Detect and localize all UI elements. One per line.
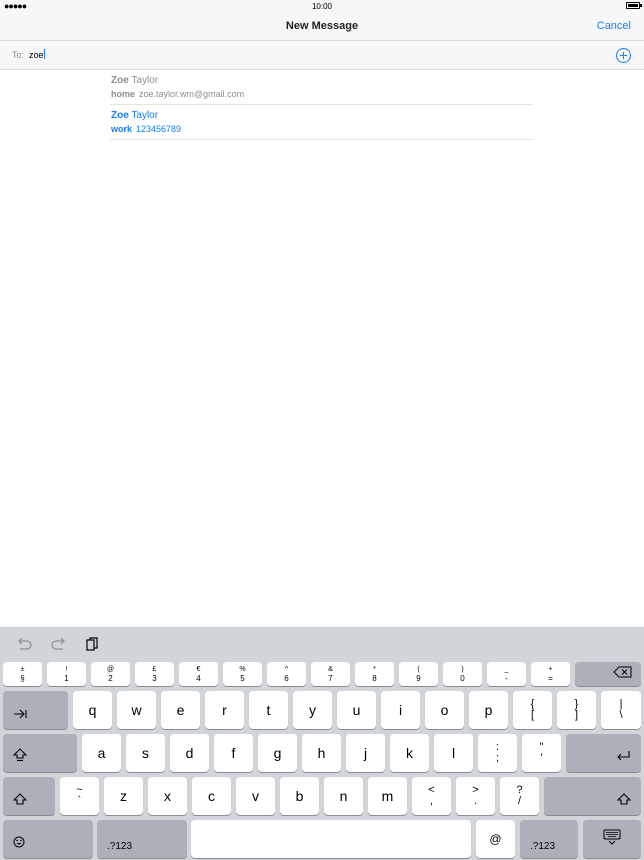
key-d[interactable]: d [170, 734, 209, 772]
caps-lock-key[interactable] [3, 734, 77, 772]
key-s[interactable]: s [126, 734, 165, 772]
key-minus[interactable]: _ - [487, 662, 526, 686]
key-r[interactable]: r [205, 691, 244, 729]
key-m[interactable]: m [368, 777, 407, 815]
key-comma[interactable]: <, [412, 777, 451, 815]
key-1[interactable]: ! 1 [47, 662, 86, 686]
key-w[interactable]: w [117, 691, 156, 729]
key-pipe[interactable]: | \ [601, 691, 641, 729]
key-n[interactable]: n [324, 777, 363, 815]
key-h[interactable]: h [302, 734, 341, 772]
key-0[interactable]: ) 0 [443, 662, 482, 686]
key-section[interactable]: ± § [3, 662, 42, 686]
key-2[interactable]: @2 [91, 662, 130, 686]
key-4[interactable]: €4 [179, 662, 218, 686]
key-b[interactable]: b [280, 777, 319, 815]
return-icon [615, 749, 631, 767]
delete-icon [613, 665, 633, 683]
shift-key-right[interactable] [544, 777, 641, 815]
key-a[interactable]: a [82, 734, 121, 772]
recipient-input[interactable]: zoe [29, 49, 45, 60]
emoji-key[interactable] [3, 820, 93, 858]
key-y[interactable]: y [293, 691, 332, 729]
key-q[interactable]: q [73, 691, 112, 729]
space-key[interactable] [191, 820, 471, 858]
key-left-brace[interactable]: {[ [513, 691, 552, 729]
page-title: New Message [285, 20, 359, 32]
key-semicolon[interactable]: :; [478, 734, 517, 772]
tab-icon [13, 706, 27, 724]
suggestion-name-rest: Taylor [128, 110, 159, 121]
undo-icon[interactable] [14, 636, 34, 652]
key-6[interactable]: ^ 6 [267, 662, 306, 686]
suggestion-match: Zoe [111, 110, 129, 121]
key-8[interactable]: * 8 [355, 662, 394, 686]
to-field[interactable]: To: zoe [0, 41, 644, 70]
key-f[interactable]: f [214, 734, 253, 772]
contact-suggestion[interactable]: Zoe Taylor home zoe.taylor.wm@gmail.com [110, 70, 533, 105]
key-l[interactable]: l [434, 734, 473, 772]
key-e[interactable]: e [161, 691, 200, 729]
key-right-brace[interactable]: }] [557, 691, 596, 729]
delete-key[interactable] [575, 662, 641, 686]
suggestion-match: Zoe [111, 75, 129, 86]
contact-suggestion[interactable]: Zoe Taylor work 123456789 [110, 105, 533, 140]
emoji-icon [13, 835, 25, 853]
suggestion-kind: work [111, 124, 133, 134]
key-o[interactable]: o [425, 691, 464, 729]
recipient-input-text: zoe [29, 50, 44, 60]
keyboard-dismiss-icon [603, 829, 621, 850]
key-9[interactable]: (9 [399, 662, 438, 686]
key-7[interactable]: & 7 [311, 662, 350, 686]
key-x[interactable]: x [148, 777, 187, 815]
status-bar: ●●●●● 10:00 [0, 0, 644, 12]
key-u[interactable]: u [337, 691, 376, 729]
key-tilde[interactable]: ~ ` [60, 777, 99, 815]
key-z[interactable]: z [104, 777, 143, 815]
shift-key-left[interactable] [3, 777, 55, 815]
key-p[interactable]: p [469, 691, 508, 729]
key-equals[interactable]: + = [531, 662, 570, 686]
keyboard: ± § ! 1 @2 £3 €4 % 5 ^ 6 & 7 * 8 (9 ) 0 _ - + = q… [0, 627, 644, 860]
key-quote[interactable]: " ' [522, 734, 561, 772]
to-label: To: [12, 50, 25, 60]
key-k[interactable]: k [390, 734, 429, 772]
shift-icon [616, 792, 632, 810]
tab-key[interactable] [3, 691, 68, 729]
key-j[interactable]: j [346, 734, 385, 772]
caps-lock-icon [12, 748, 28, 767]
key-g[interactable]: g [258, 734, 297, 772]
key-3[interactable]: £3 [135, 662, 174, 686]
nav-bar: New Message Cancel [0, 12, 644, 41]
key-i[interactable]: i [381, 691, 420, 729]
cancel-button[interactable]: Cancel [597, 20, 631, 32]
dismiss-keyboard-key[interactable] [583, 820, 641, 858]
key-5[interactable]: % 5 [223, 662, 262, 686]
battery-icon [626, 2, 642, 9]
suggestion-kind: home [111, 89, 136, 99]
suggestion-name-rest: Taylor [128, 75, 159, 86]
key-c[interactable]: c [192, 777, 231, 815]
text-caret [43, 49, 45, 59]
add-contact-icon[interactable] [616, 48, 631, 63]
shift-icon [12, 792, 28, 810]
key-at[interactable]: @ [476, 820, 515, 858]
numbers-key[interactable]: .?123 [97, 820, 187, 858]
numbers-key-right[interactable]: .?123 [520, 820, 578, 858]
status-time: 10:00 [311, 2, 333, 11]
key-slash[interactable]: ? / [500, 777, 539, 815]
key-v[interactable]: v [236, 777, 275, 815]
suggestion-detail: 123456789 [136, 124, 182, 134]
suggestion-detail: zoe.taylor.wm@gmail.com [139, 89, 245, 99]
paste-icon[interactable] [83, 636, 103, 652]
key-period[interactable]: >. [456, 777, 495, 815]
return-key[interactable] [566, 734, 641, 772]
key-t[interactable]: t [249, 691, 288, 729]
redo-icon[interactable] [49, 636, 69, 652]
